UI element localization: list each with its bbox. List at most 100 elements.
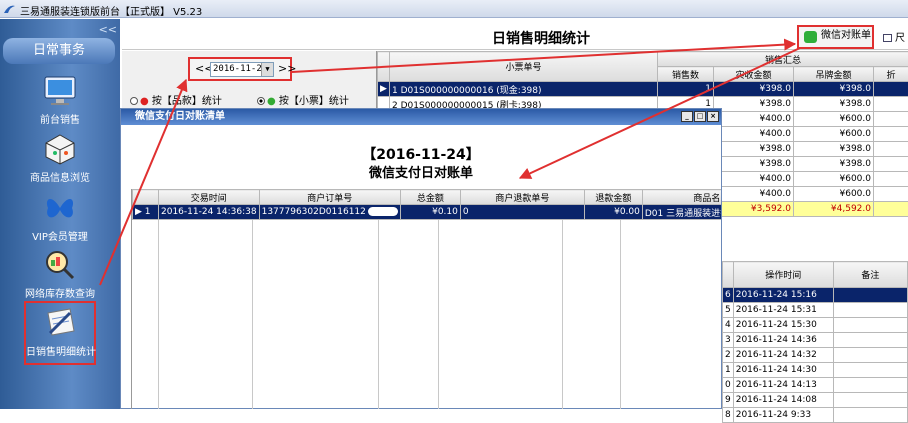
table-row[interactable]: 42016-11-24 15:30 — [723, 318, 908, 333]
time-cell: 2016-11-24 14:36 — [733, 333, 833, 348]
radio-label: 按【品款】统计 — [152, 96, 222, 107]
log-table: 操作时间 备注 62016-11-24 15:16 52016-11-24 15… — [722, 261, 908, 423]
tag-cell: ¥398.0 — [794, 142, 874, 157]
qty-cell: 1 — [658, 82, 714, 97]
column-header[interactable]: 商户订单号 — [259, 190, 400, 205]
minimize-icon[interactable]: _ — [681, 111, 693, 122]
statement-grid: 交易时间 商户订单号 总金额 商户退款单号 退款金额 商品名 ▶ 1 2016-… — [131, 189, 721, 409]
radio-button[interactable] — [257, 97, 265, 105]
tag-cell: ¥600.0 — [794, 187, 874, 202]
sidebar-item-product-browse[interactable]: 商品信息浏览 — [0, 133, 120, 184]
radio-by-product[interactable]: ● 按【品款】统计 — [130, 92, 222, 107]
table-row[interactable]: 32016-11-24 14:36 — [723, 333, 908, 348]
sidebar-item-stock-query[interactable]: 网络库存数查询 — [0, 249, 120, 300]
close-icon[interactable]: × — [707, 111, 719, 122]
paid-cell: ¥398.0 — [714, 97, 794, 112]
table-row[interactable]: 02016-11-24 14:13 — [723, 378, 908, 393]
sidebar-item-front-sales[interactable]: 前台销售 — [0, 75, 120, 126]
tag-cell: ¥398.0 — [794, 157, 874, 172]
time-cell: 2016-11-24 14:30 — [733, 363, 833, 378]
sidebar: << 日常事务 前台销售 商品信息浏览 VIP会员管理 网络库存数查询 日销售明… — [0, 19, 120, 409]
operation-log-grid: 操作时间 备注 62016-11-24 15:16 52016-11-24 15… — [722, 261, 908, 409]
paid-cell: ¥400.0 — [714, 127, 794, 142]
ticket-cell: 1 D01S000000000016 (现金:398) — [390, 82, 658, 97]
paid-cell: ¥398.0 — [714, 157, 794, 172]
sidebar-header[interactable]: 日常事务 — [3, 38, 115, 64]
date-value: 2016-11-24 — [213, 64, 267, 74]
column-header[interactable]: 销售数 — [658, 67, 714, 82]
row-pointer-icon: ▶ — [378, 82, 390, 97]
apple-icon: ● — [140, 96, 149, 107]
date-picker[interactable]: 2016-11-24▼ — [210, 62, 274, 77]
app-logo-icon — [3, 3, 16, 15]
product-cell: D01 三易通服装进销存软件 — [642, 205, 721, 220]
row-indicator-header — [378, 52, 390, 82]
column-header[interactable]: 折 — [874, 67, 908, 82]
sidebar-item-label: 网络库存数查询 — [0, 285, 120, 300]
paid-cell: ¥398.0 — [714, 142, 794, 157]
window-icon — [883, 34, 892, 42]
total-paid-cell: ¥3,592.0 — [714, 202, 794, 217]
total-amount-cell: ¥0.10 — [400, 205, 460, 220]
column-header[interactable]: 备注 — [833, 262, 907, 288]
table-row[interactable]: 82016-11-24 9:33 — [723, 408, 908, 423]
column-header[interactable]: 商品名 — [642, 190, 721, 205]
table-row[interactable]: 52016-11-24 15:31 — [723, 303, 908, 318]
time-cell: 2016-11-24 14:08 — [733, 393, 833, 408]
time-cell: 2016-11-24 14:32 — [733, 348, 833, 363]
time-cell: 2016-11-24 15:16 — [733, 288, 833, 303]
time-cell: 2016-11-24 14:13 — [733, 378, 833, 393]
column-header[interactable]: 总金额 — [400, 190, 460, 205]
dialog-titlebar[interactable]: 微信支付日对账清单 _ □ × — [121, 109, 721, 125]
group-header: 销售汇总 — [658, 52, 908, 67]
next-day-button[interactable]: >> — [278, 62, 296, 75]
tag-cell: ¥398.0 — [794, 82, 874, 97]
dialog-title: 微信支付日对账清单 — [135, 111, 225, 122]
order-no-cell: 1377796302D0116112 — [259, 205, 400, 220]
sidebar-collapse-button[interactable]: << — [99, 23, 117, 36]
row-pointer-icon: ▶ 1 — [133, 205, 159, 220]
paid-cell: ¥398.0 — [714, 82, 794, 97]
table-row[interactable]: 62016-11-24 15:16 — [723, 288, 908, 303]
chart-pen-icon — [42, 307, 78, 339]
wechat-statement-button[interactable]: 微信对账单 — [797, 25, 874, 49]
column-header[interactable]: 退款金额 — [584, 190, 642, 205]
page-header: 日销售明细统计 — [122, 22, 908, 50]
column-header[interactable]: 交易时间 — [159, 190, 260, 205]
table-row[interactable]: ▶ 1 2016-11-24 14:36:38 1377796302D01161… — [133, 205, 722, 220]
radio-label: 按【小票】统计 — [279, 96, 349, 107]
toolbar-button-size[interactable]: ​尺 — [883, 29, 905, 44]
table-row[interactable]: 12016-11-24 14:30 — [723, 363, 908, 378]
sidebar-item-label: 日销售明细统计 — [26, 343, 94, 358]
table-row[interactable]: 22016-11-24 14:32 — [723, 348, 908, 363]
column-header[interactable]: 操作时间 — [733, 262, 833, 288]
sidebar-item-label: VIP会员管理 — [0, 228, 120, 243]
column-header[interactable]: 商户退款单号 — [460, 190, 584, 205]
tag-cell: ¥398.0 — [794, 97, 874, 112]
leaf-icon: ● — [267, 96, 276, 107]
column-header[interactable]: 小票单号 — [390, 52, 658, 82]
trade-time-cell: 2016-11-24 14:36:38 — [159, 205, 260, 220]
column-header[interactable]: 吊牌金额 — [794, 67, 874, 82]
statement-heading: 微信支付日对账单 — [121, 162, 721, 181]
radio-button[interactable] — [130, 97, 138, 105]
cube-icon — [42, 133, 78, 165]
table-row[interactable]: ▶ 1 D01S000000000016 (现金:398) 1 ¥398.0 ¥… — [378, 82, 908, 97]
statement-date-heading: 【2016-11-24】 — [121, 144, 721, 164]
table-row[interactable]: 92016-11-24 14:08 — [723, 393, 908, 408]
wechat-icon — [804, 31, 817, 43]
monitor-icon — [42, 75, 78, 107]
chevron-down-icon[interactable]: ▼ — [261, 63, 273, 76]
tag-cell: ¥600.0 — [794, 172, 874, 187]
column-header[interactable]: 实收金额 — [714, 67, 794, 82]
radio-by-ticket[interactable]: ● 按【小票】统计 — [257, 92, 349, 107]
toolbar-button-label: ​尺 — [895, 33, 905, 44]
statement-table: 交易时间 商户订单号 总金额 商户退款单号 退款金额 商品名 ▶ 1 2016-… — [132, 189, 721, 220]
paid-cell: ¥400.0 — [714, 187, 794, 202]
window-title: 三易通服装连锁版前台【正式版】 V5.23 — [20, 3, 202, 18]
maximize-icon[interactable]: □ — [694, 111, 706, 122]
tag-cell: ¥600.0 — [794, 127, 874, 142]
sidebar-item-vip[interactable]: VIP会员管理 — [0, 192, 120, 243]
tag-cell: ¥600.0 — [794, 112, 874, 127]
sidebar-item-daily-sales[interactable]: 日销售明细统计 — [24, 301, 96, 365]
